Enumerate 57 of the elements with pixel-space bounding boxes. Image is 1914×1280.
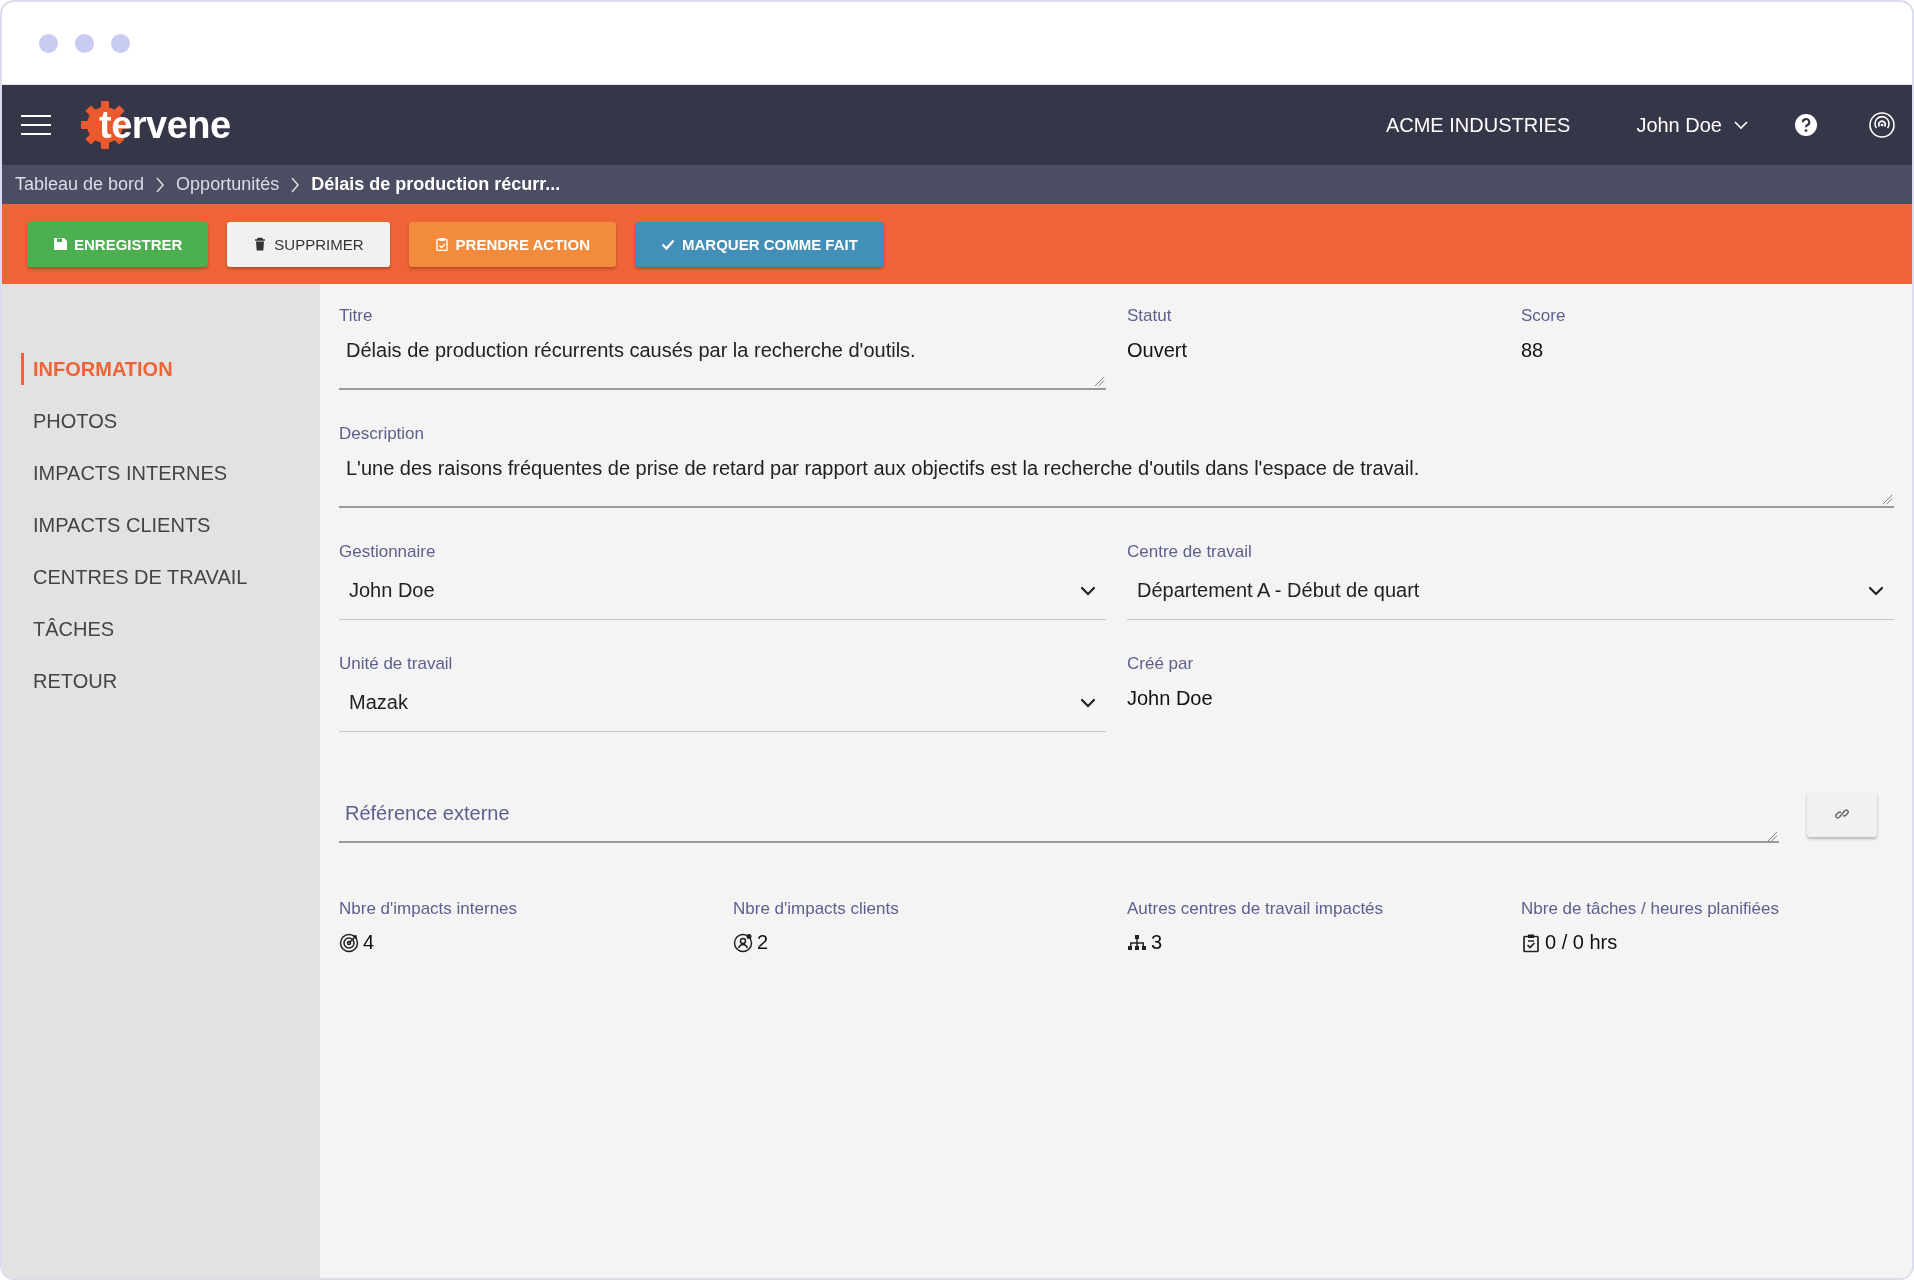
stat-value: 0 / 0 hrs [1545,931,1618,954]
company-name: ACME INDUSTRIES [1385,113,1571,137]
stat-label: Nbre de tâches / heures planifiées [1521,899,1780,919]
sidebar-item[interactable]: PHOTOS [21,405,320,437]
field-label: Créé par [1127,654,1195,674]
breadcrumb-link[interactable]: Opportunités [176,174,280,195]
clipboard-check-icon [434,237,449,251]
breadcrumb-link[interactable]: Tableau de bord [15,174,145,195]
window-control-dot[interactable] [75,33,94,53]
breadcrumb-link[interactable]: Délais de production récurr... [311,174,561,195]
hierarchy-icon [1127,932,1147,953]
field-label: Titre [339,306,374,326]
stat-label: Nbre d'impacts internes [339,899,519,919]
signal-icon[interactable] [1868,111,1896,139]
window-control-dot[interactable] [39,33,58,53]
dropdown[interactable]: John Doe [339,562,1106,620]
person-circle-icon [733,932,753,953]
field-value: John Doe [1127,686,1214,710]
dropdown[interactable]: Département A - Début de quart [1127,562,1894,620]
chevron-right-icon [290,175,301,194]
help-icon[interactable] [1794,113,1818,137]
field-label: Score [1521,306,1567,326]
resize-handle-icon[interactable] [1767,831,1778,842]
text-area[interactable]: L'une des raisons fréquentes de prise de retard par rapport aux objectifs est la recherche d'outils dans l'espace de travail. [339,444,1894,508]
stat-value: 2 [757,931,769,954]
dropdown[interactable]: Mazak [339,674,1106,732]
target-icon [339,932,359,953]
sidebar-item[interactable]: IMPACTS CLIENTS [21,509,320,541]
field-label: Gestionnaire [339,542,437,562]
link-icon [1835,807,1849,821]
resize-handle-icon[interactable] [1882,494,1893,505]
text-area[interactable]: Délais de production récurrents causés par la recherche d'outils. [339,326,1106,390]
delete-button[interactable]: SUPPRIMER [227,221,390,267]
stat-value: 4 [363,931,375,954]
stat-label: Nbre d'impacts clients [733,899,900,919]
field-value: 88 [1521,338,1545,362]
field-label: Centre de travail [1127,542,1253,562]
field-label: Statut [1127,306,1173,326]
sidebar-item[interactable]: TÂCHES [21,613,320,645]
menu-icon[interactable] [21,114,51,136]
stat-label: Autres centres de travail impactés [1127,899,1385,919]
trash-icon [253,237,268,251]
user-menu[interactable]: John Doe [1636,113,1750,137]
sidebar-item[interactable]: IMPACTS INTERNES [21,457,320,489]
sidebar-item[interactable]: RETOUR [21,665,320,697]
field-label: Description [339,424,426,444]
clipboard-check-icon [1521,932,1541,953]
mark-done-button[interactable]: MARQUER COMME FAIT [635,221,884,267]
sidebar-item[interactable]: CENTRES DE TRAVAIL [21,561,320,593]
chevron-right-icon [155,175,166,194]
field-value: Ouvert [1127,338,1189,362]
field-label: Unité de travail [339,654,454,674]
check-icon [661,237,675,251]
resize-handle-icon[interactable] [1094,376,1105,387]
stat-value: 3 [1151,931,1163,954]
external-reference-field[interactable]: Référence externe [339,785,1779,843]
window-control-dot[interactable] [111,33,130,53]
